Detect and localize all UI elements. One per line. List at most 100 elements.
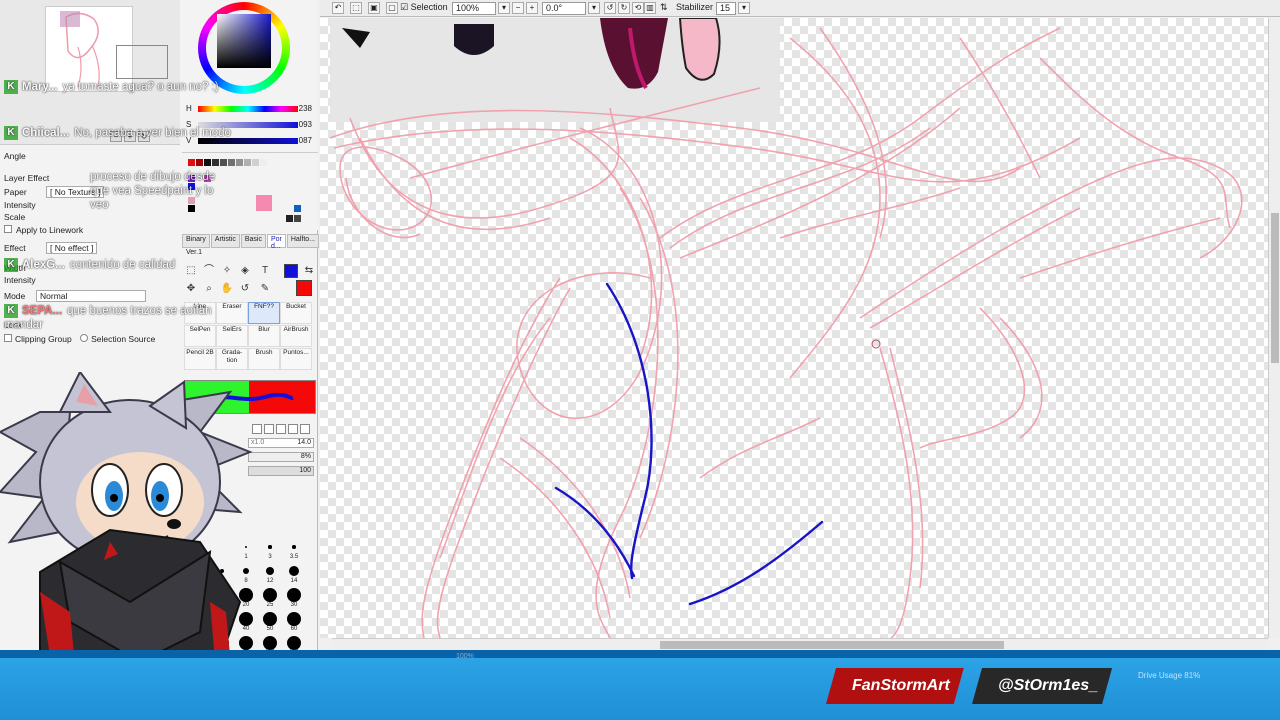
selection-toggle[interactable]: ☑ Selection	[400, 2, 448, 15]
stabilizer-dropdown-icon[interactable]: ▾	[738, 2, 750, 14]
flip-icon[interactable]: ▥	[644, 2, 656, 14]
reset-rotation-icon[interactable]: ⟲	[632, 2, 644, 14]
swatch[interactable]	[204, 175, 211, 182]
tool-fnf[interactable]: FNF??	[248, 302, 280, 324]
hand-icon[interactable]: ✋	[220, 282, 234, 296]
brush-size-dot[interactable]	[287, 588, 301, 602]
zoom-icon[interactable]: ⌕	[202, 282, 216, 296]
brush-size-dot[interactable]	[292, 545, 296, 549]
rotation-field[interactable]: 0.0°	[542, 2, 586, 15]
layer-effect-header[interactable]: Layer Effect	[4, 173, 49, 185]
swatch[interactable]	[236, 159, 243, 166]
zoom-field[interactable]: 100%	[452, 2, 496, 15]
mode-select[interactable]: Normal	[36, 290, 146, 302]
invert-icon[interactable]: ▣	[368, 2, 380, 14]
tool-bucket[interactable]: Bucket	[280, 302, 312, 324]
rotate-tool-icon[interactable]: ↺	[238, 282, 252, 296]
vertical-scrollbar[interactable]	[1268, 18, 1280, 638]
move-icon[interactable]: ✥	[184, 282, 198, 296]
saturation-value-square[interactable]	[217, 14, 271, 68]
tab-artistic[interactable]: Artistic	[210, 234, 240, 248]
swatch[interactable]	[196, 159, 203, 166]
swatch[interactable]	[204, 159, 211, 166]
tool-brush[interactable]: Brush	[248, 348, 280, 370]
drawing-canvas[interactable]	[320, 18, 1268, 638]
zoom-in-btn-icon[interactable]: +	[526, 2, 538, 14]
rotate-left-icon[interactable]: ↺	[604, 2, 616, 14]
vertical-scroll-thumb[interactable]	[1271, 213, 1279, 363]
fill-icon[interactable]: ◈	[238, 264, 252, 278]
tool-blur[interactable]: Blur	[248, 325, 280, 347]
swap-colors-icon[interactable]: ⇆	[302, 264, 316, 278]
rotate-icon[interactable]: ↻	[138, 131, 150, 142]
rotation-dropdown-icon[interactable]: ▾	[588, 2, 600, 14]
rotate-right-icon[interactable]: ↻	[618, 2, 630, 14]
tool-line[interactable]: Line	[184, 302, 216, 324]
swatch[interactable]	[188, 175, 195, 182]
clear-icon[interactable]: ▢	[386, 2, 398, 14]
swatch[interactable]	[188, 205, 195, 212]
brush-size-dot[interactable]	[263, 588, 277, 602]
wand-icon[interactable]: ✧	[220, 264, 234, 278]
rect-select-icon[interactable]: ⬚	[184, 264, 198, 278]
lasso-icon[interactable]: ⌒	[202, 264, 216, 278]
tool-gradation[interactable]: Grada-tion	[216, 348, 248, 370]
tool-selers[interactable]: SelErs	[216, 325, 248, 347]
shape-icon[interactable]	[264, 424, 274, 434]
apply-linework-checkbox[interactable]	[4, 225, 12, 233]
secondary-color-icon[interactable]	[296, 280, 312, 296]
swatch[interactable]	[260, 159, 267, 166]
shape-icon[interactable]	[276, 424, 286, 434]
value-slider[interactable]	[198, 138, 298, 144]
swatch[interactable]	[252, 159, 259, 166]
selection-source-radio[interactable]	[80, 334, 89, 342]
effect-select[interactable]: [ No effect ]	[46, 242, 98, 254]
zoom-out-icon[interactable]: −	[110, 131, 122, 142]
paper-select[interactable]: [ No Texture ]	[46, 186, 105, 198]
brush-size-dot[interactable]	[289, 566, 299, 576]
swatch[interactable]	[220, 159, 227, 166]
shape-icon[interactable]	[300, 424, 310, 434]
swatch[interactable]	[256, 195, 272, 211]
horizontal-scrollbar[interactable]	[332, 638, 1268, 650]
eyedropper-icon[interactable]: ✎	[258, 282, 272, 296]
tab-por-d[interactable]: Por d...	[266, 234, 286, 250]
hue-slider[interactable]	[198, 106, 298, 112]
apply-linework-row[interactable]: Apply to Linework	[4, 225, 83, 237]
saturation-slider-row[interactable]: S 093	[186, 120, 314, 130]
tab-binary[interactable]: Binary	[182, 234, 210, 248]
stabilizer-field[interactable]: 15	[716, 2, 736, 15]
tab-basic[interactable]: Basic	[240, 234, 266, 248]
swatch[interactable]	[294, 205, 301, 212]
swatch[interactable]	[244, 159, 251, 166]
text-icon[interactable]: T	[258, 264, 272, 278]
tool-selpen[interactable]: SelPen	[184, 325, 216, 347]
hue-slider-row[interactable]: H 238	[186, 104, 314, 114]
horizontal-scroll-thumb[interactable]	[660, 641, 1004, 649]
shape-icon[interactable]	[288, 424, 298, 434]
tool-eraser[interactable]: Eraser	[216, 302, 248, 324]
brush-size-dot[interactable]	[268, 545, 272, 549]
brush-size-dot[interactable]	[287, 612, 301, 626]
swatch[interactable]	[228, 159, 235, 166]
swatch[interactable]	[286, 215, 293, 222]
brush-size-dot[interactable]	[287, 636, 301, 650]
tool-puntos[interactable]: Puntos...	[280, 348, 312, 370]
brush-size-dot[interactable]	[263, 636, 277, 650]
undo-icon[interactable]: ↶	[332, 2, 344, 14]
value-slider-row[interactable]: V 087	[186, 136, 314, 146]
clipping-group-checkbox[interactable]	[4, 334, 12, 342]
primary-color-icon[interactable]	[284, 264, 298, 278]
saturation-slider[interactable]	[198, 122, 298, 128]
swatch[interactable]	[294, 215, 301, 222]
zoom-in-icon[interactable]: +	[124, 131, 136, 142]
swatch[interactable]	[188, 183, 195, 190]
zoom-dropdown-icon[interactable]: ▾	[498, 2, 510, 14]
swatch[interactable]	[212, 159, 219, 166]
zoom-out-btn-icon[interactable]: −	[512, 2, 524, 14]
swatch[interactable]	[188, 197, 195, 204]
brush-size-dot[interactable]	[265, 566, 275, 576]
navigator-viewport-frame[interactable]	[116, 45, 168, 79]
tool-airbrush[interactable]: AirBrush	[280, 325, 312, 347]
tool-pencil[interactable]: Pencil 2B	[184, 348, 216, 370]
